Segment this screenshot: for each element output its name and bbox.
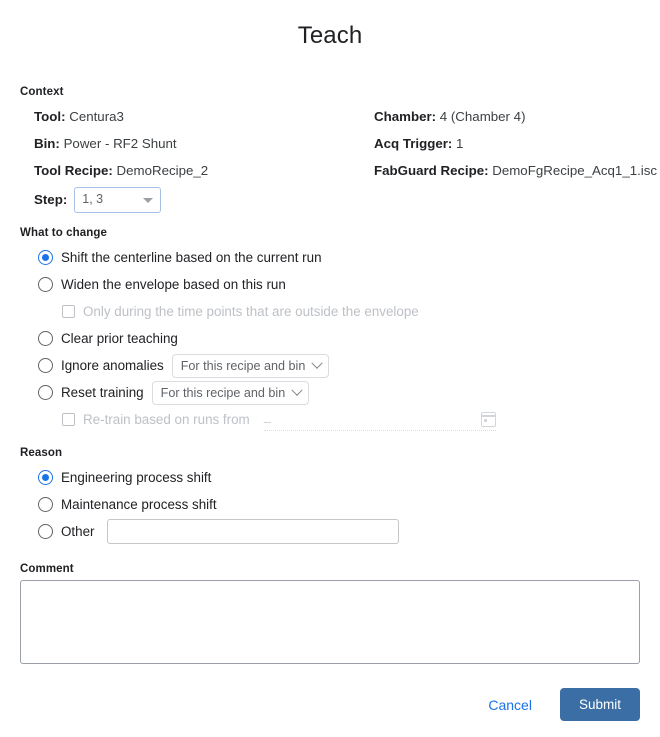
context-key-acq-trigger: Acq Trigger: bbox=[374, 136, 453, 151]
radio-engineering-process-shift[interactable] bbox=[38, 470, 53, 485]
comment-textarea[interactable] bbox=[20, 580, 640, 664]
checkbox-label-retrain-runs-from: Re-train based on runs from bbox=[83, 412, 250, 427]
radio-label-shift-centerline: Shift the centerline based on the curren… bbox=[61, 250, 322, 265]
checkbox-row-retrain-runs-from[interactable]: Re-train based on runs from – bbox=[20, 406, 640, 433]
dialog-footer: Cancel Submit bbox=[0, 676, 660, 737]
what-to-change-group: What to change Shift the centerline base… bbox=[20, 227, 640, 433]
radio-row-other[interactable]: Other bbox=[20, 518, 640, 545]
radio-row-shift-centerline[interactable]: Shift the centerline based on the curren… bbox=[20, 244, 640, 271]
radio-row-maintenance-process-shift[interactable]: Maintenance process shift bbox=[20, 491, 640, 518]
radio-label-ignore-anomalies: Ignore anomalies bbox=[61, 358, 164, 373]
radio-row-ignore-anomalies[interactable]: Ignore anomalies For this recipe and bin bbox=[20, 352, 640, 379]
radio-ignore-anomalies[interactable] bbox=[38, 358, 53, 373]
context-value-fabguard-recipe: DemoFgRecipe_Acq1_1.isc bbox=[492, 163, 658, 178]
ignore-anomalies-scope-select[interactable]: For this recipe and bin bbox=[171, 353, 330, 378]
context-value-acq-trigger: 1 bbox=[456, 136, 464, 151]
radio-other[interactable] bbox=[38, 524, 53, 539]
chevron-down-icon bbox=[291, 384, 303, 396]
retrain-date-range-value: – bbox=[263, 414, 271, 429]
radio-label-other: Other bbox=[61, 524, 95, 539]
step-select-value: 1, 3 bbox=[82, 192, 104, 206]
radio-label-clear-prior-teaching: Clear prior teaching bbox=[61, 331, 178, 346]
reset-training-scope-select[interactable]: For this recipe and bin bbox=[151, 380, 310, 405]
radio-reset-training[interactable] bbox=[38, 385, 53, 400]
dialog-body: Context Tool: Centura3 Chamber: 4 (Chamb… bbox=[0, 70, 660, 664]
what-to-change-label: What to change bbox=[20, 227, 108, 239]
caret-down-icon bbox=[143, 197, 154, 203]
checkbox-row-outside-envelope[interactable]: Only during the time points that are out… bbox=[20, 298, 640, 325]
radio-label-engineering-process-shift: Engineering process shift bbox=[61, 470, 212, 485]
checkbox-label-outside-envelope: Only during the time points that are out… bbox=[83, 304, 419, 319]
other-reason-input[interactable] bbox=[106, 519, 399, 544]
radio-shift-centerline[interactable] bbox=[38, 250, 53, 265]
context-item-chamber: Chamber: 4 (Chamber 4) bbox=[374, 103, 657, 130]
checkbox-retrain-runs-from[interactable] bbox=[62, 413, 75, 426]
context-grid: Tool: Centura3 Chamber: 4 (Chamber 4) Bi… bbox=[20, 103, 657, 213]
reason-group: Reason Engineering process shift Mainten… bbox=[20, 447, 640, 545]
context-value-tool: Centura3 bbox=[69, 109, 124, 124]
context-key-tool: Tool: bbox=[34, 109, 66, 124]
radio-label-widen-envelope: Widen the envelope based on this run bbox=[61, 277, 286, 292]
step-select[interactable]: 1, 3 bbox=[74, 186, 162, 213]
radio-row-clear-prior-teaching[interactable]: Clear prior teaching bbox=[20, 325, 640, 352]
page-title: Teach bbox=[297, 22, 363, 49]
context-key-chamber: Chamber: bbox=[374, 109, 437, 124]
context-item-fabguard-recipe: FabGuard Recipe: DemoFgRecipe_Acq1_1.isc bbox=[374, 157, 657, 184]
radio-widen-envelope[interactable] bbox=[38, 277, 53, 292]
context-value-bin: Power - RF2 Shunt bbox=[63, 136, 177, 151]
radio-maintenance-process-shift[interactable] bbox=[38, 497, 53, 512]
cancel-button[interactable]: Cancel bbox=[478, 691, 542, 719]
context-item-tool: Tool: Centura3 bbox=[34, 103, 374, 130]
context-value-tool-recipe: DemoRecipe_2 bbox=[116, 163, 209, 178]
context-section-label: Context bbox=[20, 86, 64, 98]
teach-dialog: Teach Context Tool: Centura3 Chamber: 4 … bbox=[0, 0, 660, 721]
radio-row-engineering-process-shift[interactable]: Engineering process shift bbox=[20, 464, 640, 491]
checkbox-outside-envelope[interactable] bbox=[62, 305, 75, 318]
context-key-tool-recipe: Tool Recipe: bbox=[34, 163, 113, 178]
context-item-step: Step: 1, 3 bbox=[34, 186, 374, 213]
context-key-fabguard-recipe: FabGuard Recipe: bbox=[374, 163, 489, 178]
radio-clear-prior-teaching[interactable] bbox=[38, 331, 53, 346]
submit-button[interactable]: Submit bbox=[559, 688, 640, 721]
context-item-bin: Bin: Power - RF2 Shunt bbox=[34, 130, 374, 157]
context-item-acq-trigger: Acq Trigger: 1 bbox=[374, 130, 657, 157]
radio-label-maintenance-process-shift: Maintenance process shift bbox=[61, 497, 217, 512]
retrain-date-range-field[interactable]: – bbox=[263, 408, 496, 431]
calendar-icon[interactable] bbox=[480, 412, 496, 427]
context-value-chamber: 4 (Chamber 4) bbox=[439, 109, 526, 124]
reason-section-label: Reason bbox=[20, 447, 63, 459]
reset-training-scope-value: For this recipe and bin bbox=[160, 385, 286, 400]
context-item-tool-recipe: Tool Recipe: DemoRecipe_2 bbox=[34, 157, 374, 184]
chevron-down-icon bbox=[311, 357, 324, 369]
radio-row-widen-envelope[interactable]: Widen the envelope based on this run bbox=[20, 271, 640, 298]
context-key-bin: Bin: bbox=[34, 136, 60, 151]
radio-row-reset-training[interactable]: Reset training For this recipe and bin bbox=[20, 379, 640, 406]
comment-label: Comment bbox=[20, 563, 74, 575]
ignore-anomalies-scope-value: For this recipe and bin bbox=[180, 358, 306, 373]
radio-label-reset-training: Reset training bbox=[61, 385, 144, 400]
comment-group: Comment bbox=[20, 563, 640, 664]
context-key-step: Step: bbox=[34, 192, 68, 207]
